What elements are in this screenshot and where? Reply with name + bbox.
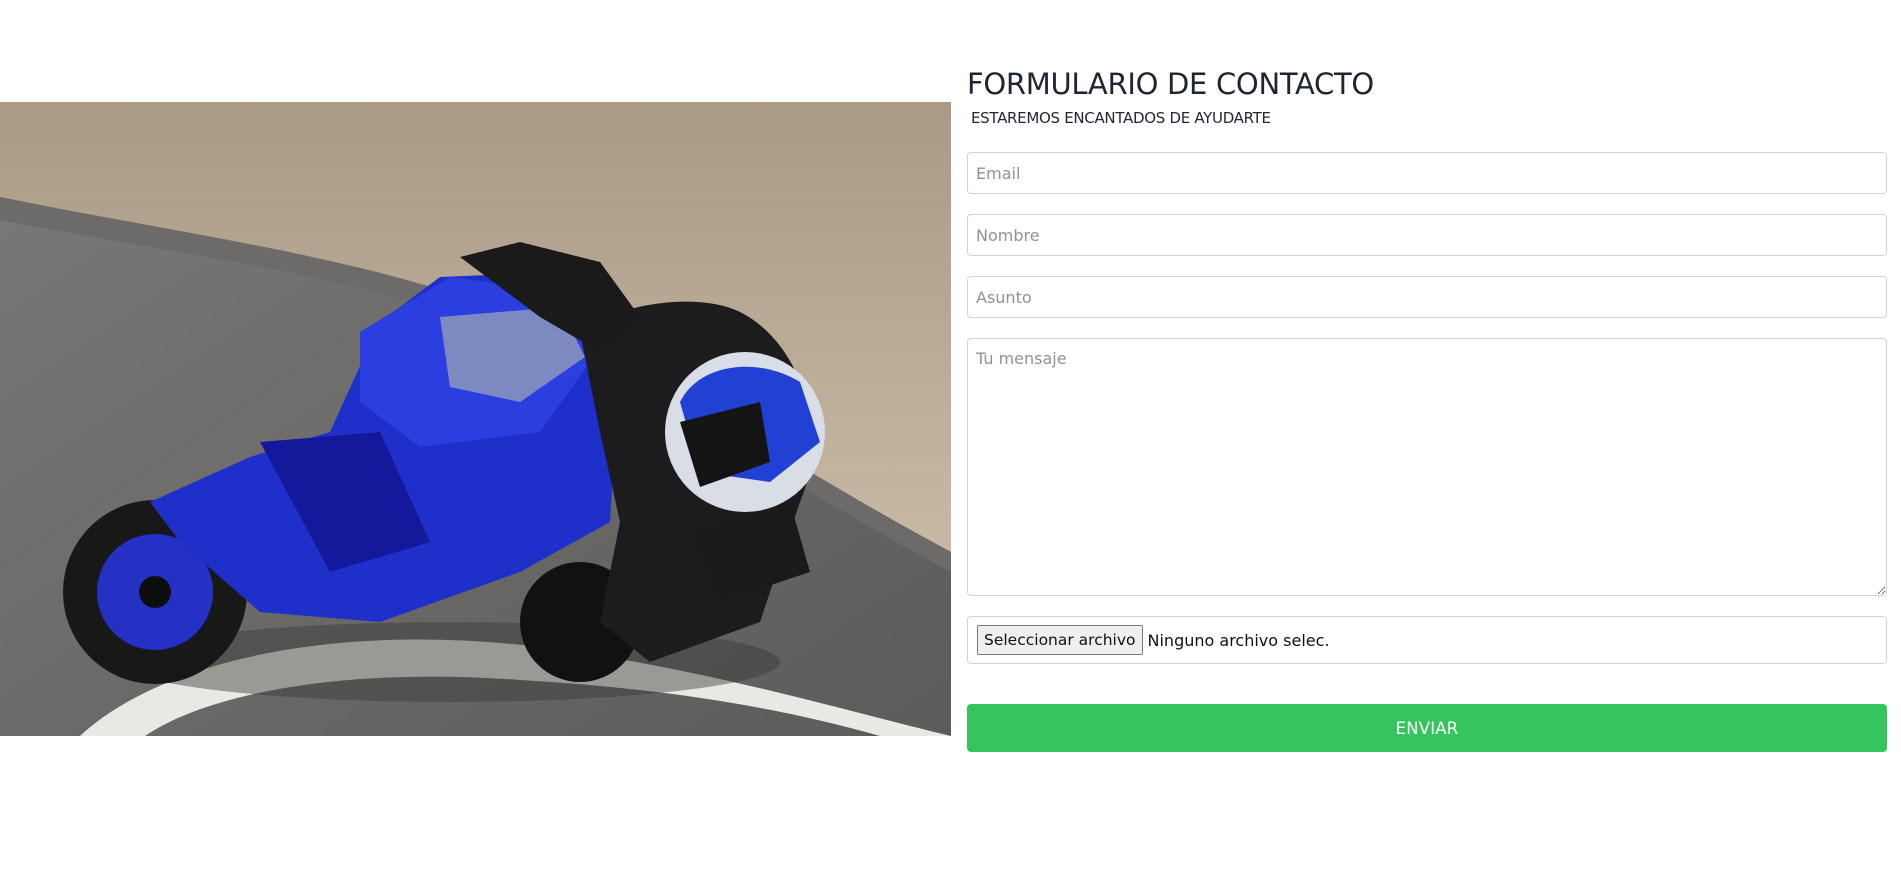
form-title: FORMULARIO DE CONTACTO: [967, 67, 1374, 101]
subject-input[interactable]: [967, 276, 1887, 318]
file-status-text: Ninguno archivo selec.: [1147, 630, 1330, 650]
select-file-button[interactable]: Seleccionar archivo: [977, 625, 1143, 655]
name-input[interactable]: [967, 214, 1887, 256]
contact-form: FORMULARIO DE CONTACTO ESTAREMOS ENCANTA…: [967, 62, 1887, 752]
form-subtitle: ESTAREMOS ENCANTADOS DE AYUDARTE: [971, 109, 1271, 127]
file-upload-field: Seleccionar archivo Ninguno archivo sele…: [967, 616, 1887, 664]
hero-motorcycle-image: [0, 102, 951, 736]
email-input[interactable]: [967, 152, 1887, 194]
message-textarea[interactable]: [967, 338, 1887, 596]
submit-button[interactable]: ENVIAR: [967, 704, 1887, 752]
motorcycle-illustration: [0, 102, 951, 736]
